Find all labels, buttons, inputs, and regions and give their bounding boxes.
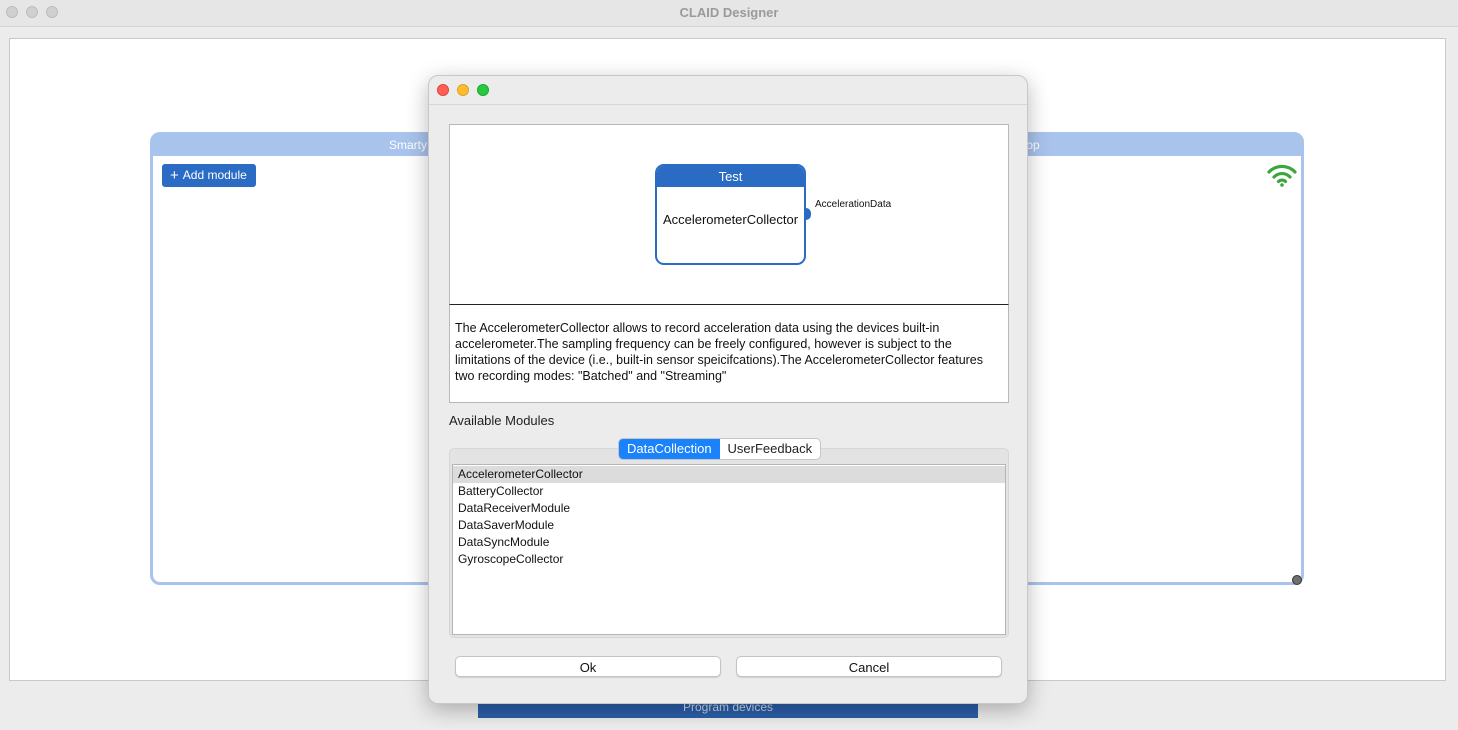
device-name: Smarty <box>389 138 428 152</box>
list-item[interactable]: BatteryCollector <box>453 483 1005 500</box>
modules-list[interactable]: AccelerometerCollector BatteryCollector … <box>452 464 1006 635</box>
list-item[interactable]: DataReceiverModule <box>453 500 1005 517</box>
dialog-title-bar <box>429 76 1027 105</box>
resize-handle[interactable] <box>1292 575 1302 585</box>
add-module-button[interactable]: + Add module <box>162 164 256 187</box>
module-category-tabs: DataCollection UserFeedback <box>618 438 822 460</box>
maximize-button[interactable] <box>477 84 489 96</box>
list-item[interactable]: AccelerometerCollector <box>453 466 1005 483</box>
list-item[interactable]: DataSaverModule <box>453 517 1005 534</box>
output-port-label: AccelerationData <box>815 199 892 210</box>
plus-icon: + <box>170 167 179 184</box>
tab-datacollection[interactable]: DataCollection <box>619 439 720 459</box>
ok-button[interactable]: Ok <box>455 656 721 677</box>
close-button[interactable] <box>437 84 449 96</box>
window-title: CLAID Designer <box>679 5 779 20</box>
available-modules-label: Available Modules <box>449 413 555 428</box>
module-dialog: Test AccelerometerCollector Acceleration… <box>428 75 1028 704</box>
module-node-header: Test <box>657 166 804 187</box>
module-node: Test AccelerometerCollector <box>655 164 806 265</box>
tab-userfeedback[interactable]: UserFeedback <box>720 439 821 459</box>
list-item[interactable]: GyroscopeCollector <box>453 551 1005 568</box>
module-description: The AccelerometerCollector allows to rec… <box>449 305 1009 403</box>
wifi-icon <box>1267 164 1297 187</box>
add-module-label: Add module <box>182 168 247 182</box>
output-port[interactable] <box>805 208 811 220</box>
list-item[interactable]: DataSyncModule <box>453 534 1005 551</box>
module-preview: Test AccelerometerCollector Acceleration… <box>449 124 1009 305</box>
module-node-name: AccelerometerCollector <box>662 212 799 227</box>
cancel-button[interactable]: Cancel <box>736 656 1002 677</box>
minimize-button[interactable] <box>457 84 469 96</box>
main-title-bar: CLAID Designer <box>0 0 1458 27</box>
